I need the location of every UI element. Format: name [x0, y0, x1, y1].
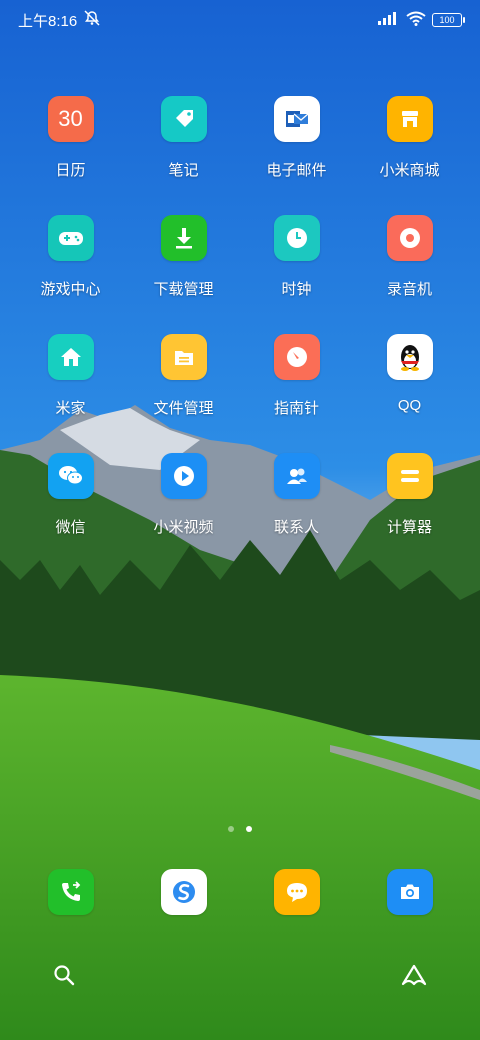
status-time: 上午8:16	[18, 12, 78, 30]
app-label: 米家	[55, 400, 86, 417]
search-icon[interactable]	[52, 963, 76, 992]
app-file-manager[interactable]: 文件管理	[127, 334, 240, 418]
dock-browser[interactable]	[127, 869, 240, 915]
app-label: 联系人	[273, 519, 319, 536]
compass-icon	[273, 334, 320, 380]
app-email[interactable]: 电子邮件	[240, 96, 353, 180]
app-mi-video[interactable]: 小米视频	[127, 453, 240, 537]
gamepad-icon	[47, 215, 94, 261]
mi-store-icon	[386, 96, 433, 142]
phone-icon	[47, 869, 94, 915]
calendar-date: 30	[58, 106, 83, 131]
voice-assistant-icon[interactable]	[400, 963, 428, 992]
dock-camera[interactable]	[353, 869, 466, 915]
page-dot-active[interactable]	[246, 826, 252, 832]
app-label: 指南针	[273, 400, 319, 417]
search-bar[interactable]	[40, 953, 440, 1001]
dock-phone[interactable]	[14, 869, 127, 915]
qq-penguin-icon	[386, 334, 433, 380]
app-label: 录音机	[386, 281, 432, 298]
folder-icon	[160, 334, 207, 380]
camera-icon	[386, 869, 433, 915]
battery-icon: 100	[432, 13, 465, 27]
dock	[14, 869, 466, 915]
wifi-icon	[406, 11, 426, 30]
app-contacts[interactable]: 联系人	[240, 453, 353, 537]
app-notes[interactable]: 笔记	[127, 96, 240, 180]
app-mi-home[interactable]: 米家	[14, 334, 127, 418]
notification-muted-icon	[83, 9, 101, 31]
browser-icon	[160, 869, 207, 915]
app-label: 小米视频	[153, 519, 214, 536]
app-label: 电子邮件	[266, 162, 327, 179]
page-dot[interactable]	[228, 826, 234, 832]
app-label: QQ	[397, 397, 422, 414]
wechat-icon	[47, 453, 94, 499]
cellular-signal-icon	[378, 11, 400, 29]
app-label: 下载管理	[153, 281, 214, 298]
dock-messages[interactable]	[240, 869, 353, 915]
app-grid: 30 日历 笔记 电子邮件 小米商城 游戏中心 下载管理 时钟 录音机 米家 文…	[14, 96, 466, 537]
app-compass[interactable]: 指南针	[240, 334, 353, 418]
status-bar: 上午8:16 100	[0, 0, 480, 40]
app-mi-store[interactable]: 小米商城	[353, 96, 466, 180]
home-icon	[47, 334, 94, 380]
notes-icon	[160, 96, 207, 142]
app-clock[interactable]: 时钟	[240, 215, 353, 299]
video-play-icon	[160, 453, 207, 499]
recorder-icon	[386, 215, 433, 261]
app-label: 文件管理	[153, 400, 214, 417]
app-calculator[interactable]: 计算器	[353, 453, 466, 537]
clock-icon	[273, 215, 320, 261]
download-icon	[160, 215, 207, 261]
app-label: 微信	[55, 519, 86, 536]
app-label: 小米商城	[379, 162, 440, 179]
app-downloads[interactable]: 下载管理	[127, 215, 240, 299]
app-recorder[interactable]: 录音机	[353, 215, 466, 299]
app-calendar[interactable]: 30 日历	[14, 96, 127, 180]
app-label: 日历	[55, 162, 86, 179]
app-label: 笔记	[168, 162, 199, 179]
messages-icon	[273, 869, 320, 915]
calendar-icon: 30	[47, 96, 94, 142]
app-label: 游戏中心	[40, 281, 101, 298]
app-game-center[interactable]: 游戏中心	[14, 215, 127, 299]
email-icon	[273, 96, 320, 142]
app-qq[interactable]: QQ	[353, 334, 466, 418]
app-label: 计算器	[386, 519, 432, 536]
contacts-icon	[273, 453, 320, 499]
calculator-icon	[386, 453, 433, 499]
page-indicator	[0, 826, 480, 832]
app-wechat[interactable]: 微信	[14, 453, 127, 537]
app-label: 时钟	[281, 281, 312, 298]
